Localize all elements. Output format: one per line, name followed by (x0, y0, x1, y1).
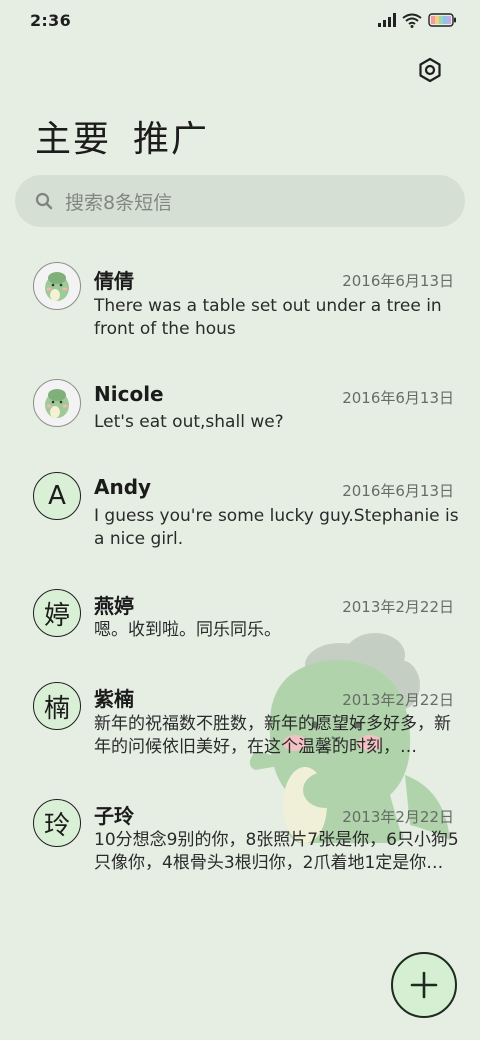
settings-button[interactable] (414, 54, 446, 86)
new-message-button[interactable] (391, 952, 457, 1018)
message-snippet: I guess you're some lucky guy.Stephanie … (94, 506, 459, 549)
conversation-item[interactable]: 倩倩 2016年6月13日 There was a table set out … (0, 260, 480, 370)
conversation-item[interactable]: 楠 紫楠 2013年2月22日 新年的祝福数不胜数，新年的愿望好多好多，新年的问… (0, 680, 480, 780)
conversation-item[interactable]: 婷 燕婷 2013年2月22日 嗯。收到啦。同乐同乐。 (0, 587, 480, 667)
avatar[interactable]: 婷 (33, 589, 81, 637)
wifi-icon (402, 13, 422, 28)
message-date: 2016年6月13日 (342, 482, 454, 500)
message-snippet: 10分想念9别的你，8张照片7张是你，6只小狗5只像你，4根骨头3根归你，2爪着… (94, 830, 459, 873)
message-snippet: There was a table set out under a tree i… (94, 296, 442, 339)
message-snippet: 嗯。收到啦。同乐同乐。 (94, 620, 281, 640)
tab-bar: 主要 推广 (35, 110, 209, 162)
message-snippet: 新年的祝福数不胜数，新年的愿望好多好多，新年的问候依旧美好，在这个温馨的时刻，… (94, 714, 451, 757)
conversation-item[interactable]: A Andy 2016年6月13日 I guess you're some lu… (0, 470, 480, 570)
message-date: 2013年2月22日 (342, 691, 454, 709)
conversation-item[interactable]: 玲 子玲 2013年2月22日 10分想念9别的你，8张照片7张是你，6只小狗5… (0, 797, 480, 897)
contact-name: 子玲 (94, 804, 134, 828)
search-bar[interactable]: 搜索8条短信 (15, 175, 465, 227)
message-date: 2013年2月22日 (342, 808, 454, 826)
contact-name: 倩倩 (94, 269, 134, 293)
message-date: 2016年6月13日 (342, 272, 454, 290)
settings-icon (419, 57, 441, 83)
tab-promotions[interactable]: 推广 (133, 110, 209, 162)
message-date: 2016年6月13日 (342, 389, 454, 407)
contact-name: Andy (94, 475, 152, 499)
status-icons (378, 13, 456, 28)
contact-name: Nicole (94, 382, 164, 406)
avatar[interactable]: 玲 (33, 799, 81, 847)
dino-avatar-icon (45, 389, 69, 418)
plus-icon (410, 971, 438, 999)
message-snippet: Let's eat out,shall we? (94, 412, 284, 432)
search-icon (35, 192, 53, 210)
battery-icon (428, 13, 456, 27)
avatar[interactable] (33, 379, 81, 427)
contact-name: 紫楠 (94, 687, 134, 711)
contact-name: 燕婷 (94, 594, 134, 618)
status-bar: 2:36 (0, 0, 480, 40)
avatar[interactable]: 楠 (33, 682, 81, 730)
signal-icon (378, 13, 396, 27)
message-date: 2013年2月22日 (342, 598, 454, 616)
avatar[interactable] (33, 262, 81, 310)
dino-avatar-icon (45, 272, 69, 301)
search-placeholder: 搜索8条短信 (65, 191, 173, 214)
conversation-item[interactable]: Nicole 2016年6月13日 Let's eat out,shall we… (0, 377, 480, 457)
tab-primary[interactable]: 主要 (35, 110, 111, 162)
avatar[interactable]: A (33, 472, 81, 520)
status-time: 2:36 (30, 10, 71, 30)
